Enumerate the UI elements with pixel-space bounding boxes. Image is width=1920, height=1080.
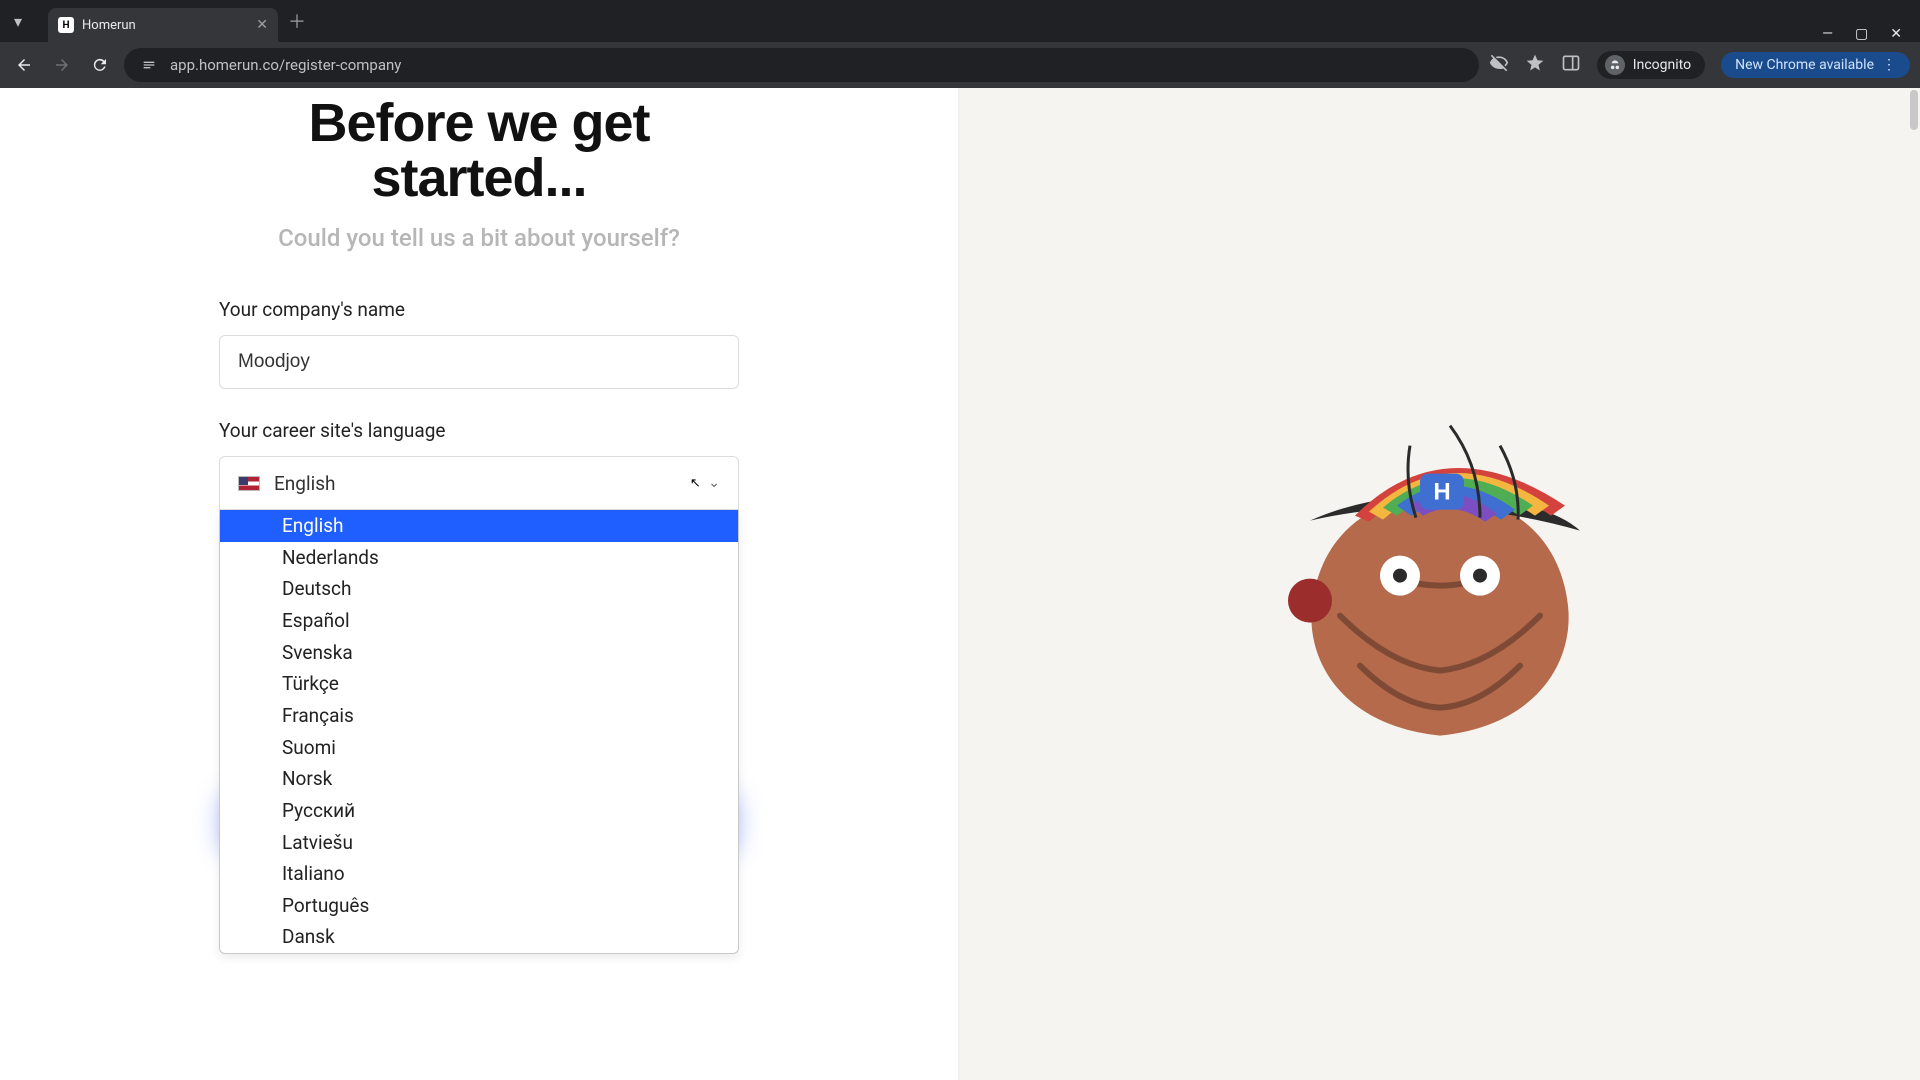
cursor-icon: ↖: [690, 476, 701, 491]
language-option[interactable]: Nederlands: [220, 542, 738, 574]
window-controls: ― ▢ ✕: [1822, 26, 1912, 42]
company-name-label: Your company's name: [219, 298, 739, 321]
language-option[interactable]: Português: [220, 890, 738, 922]
language-select[interactable]: English ↖ ⌄: [219, 456, 739, 510]
minimize-icon[interactable]: ―: [1822, 26, 1833, 42]
flag-us-icon: [238, 476, 260, 491]
chevron-down-icon: ⌄: [708, 475, 720, 491]
language-option[interactable]: Svenska: [220, 637, 738, 669]
chevron-down-icon: ▾: [8, 12, 22, 31]
tab-title: Homerun: [82, 18, 136, 33]
language-dropdown: EnglishNederlandsDeutschEspañolSvenskaTü…: [219, 510, 739, 954]
language-option[interactable]: Dansk: [220, 921, 738, 953]
illustration-pane: H: [960, 88, 1920, 1080]
tab-search-button[interactable]: ▾: [8, 0, 48, 42]
page-viewport: Before we get started... Could you tell …: [0, 88, 1920, 1080]
eye-off-icon[interactable]: [1489, 53, 1509, 77]
page-heading: Before we get started...: [219, 96, 739, 206]
incognito-indicator[interactable]: Incognito: [1597, 51, 1705, 79]
browser-toolbar: app.homerun.co/register-company Incognit…: [0, 42, 1920, 88]
language-option[interactable]: Français: [220, 700, 738, 732]
language-option[interactable]: Italiano: [220, 858, 738, 890]
maximize-icon[interactable]: ▢: [1855, 26, 1868, 42]
tab-favicon-icon: H: [58, 17, 74, 33]
reload-button[interactable]: [86, 51, 114, 79]
language-option[interactable]: Suomi: [220, 732, 738, 764]
form-pane: Before we get started... Could you tell …: [0, 88, 960, 1080]
browser-tab-strip: ▾ H Homerun ✕ ＋ ― ▢ ✕: [0, 0, 1920, 42]
hat-letter: H: [1433, 479, 1450, 506]
company-name-input[interactable]: [219, 335, 739, 389]
language-selected-value: English: [274, 472, 335, 495]
panel-icon[interactable]: [1561, 53, 1581, 77]
language-option[interactable]: Español: [220, 605, 738, 637]
arrow-left-icon: [15, 56, 33, 74]
page-subheading: Could you tell us a bit about yourself?: [219, 224, 739, 252]
new-tab-button[interactable]: ＋: [278, 8, 316, 34]
site-info-icon[interactable]: [138, 54, 160, 76]
arrow-right-icon: [53, 56, 71, 74]
language-option[interactable]: English: [220, 510, 738, 542]
language-option[interactable]: Deutsch: [220, 573, 738, 605]
update-label: New Chrome available: [1735, 57, 1874, 73]
close-window-icon[interactable]: ✕: [1890, 26, 1902, 42]
kebab-menu-icon: ⋮: [1882, 57, 1896, 73]
address-bar[interactable]: app.homerun.co/register-company: [124, 48, 1479, 82]
mascot-illustration: H: [1250, 366, 1630, 786]
incognito-icon: [1605, 55, 1625, 75]
url-text: app.homerun.co/register-company: [170, 56, 401, 74]
forward-button[interactable]: [48, 51, 76, 79]
update-chrome-button[interactable]: New Chrome available ⋮: [1721, 52, 1910, 78]
language-label: Your career site's language: [219, 419, 739, 442]
reload-icon: [91, 56, 109, 74]
language-option[interactable]: Norsk: [220, 763, 738, 795]
language-option[interactable]: Русский: [220, 795, 738, 827]
language-option[interactable]: Türkçe: [220, 668, 738, 700]
incognito-label: Incognito: [1633, 57, 1691, 73]
close-tab-icon[interactable]: ✕: [256, 18, 268, 32]
scrollbar-thumb[interactable]: [1910, 90, 1918, 130]
browser-tab-active[interactable]: H Homerun ✕: [48, 8, 278, 42]
star-icon[interactable]: [1525, 53, 1545, 77]
language-option[interactable]: Latviešu: [220, 827, 738, 859]
back-button[interactable]: [10, 51, 38, 79]
